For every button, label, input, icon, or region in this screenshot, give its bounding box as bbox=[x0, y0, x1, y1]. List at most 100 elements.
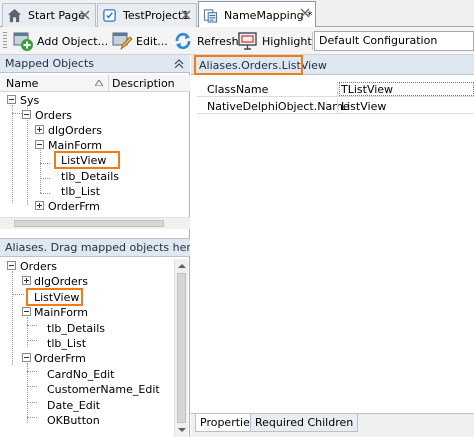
tree-node-orderfrm[interactable]: OrderFrm bbox=[48, 199, 100, 214]
tree-line bbox=[40, 178, 50, 179]
bottom-tab-strip: Properties Required Children bbox=[191, 413, 474, 437]
column-divider bbox=[337, 98, 338, 114]
home-icon bbox=[7, 8, 22, 23]
listview-highlight-box bbox=[54, 151, 120, 169]
tree-line bbox=[40, 148, 41, 193]
left-panel: Mapped Objects Name Description Sys Orde… bbox=[0, 55, 190, 437]
scroll-up-icon[interactable] bbox=[178, 264, 186, 268]
refresh-icon bbox=[175, 32, 191, 50]
edit-label: Edit... bbox=[136, 34, 168, 48]
scroll-thumb[interactable] bbox=[177, 273, 186, 423]
sort-ascending-icon bbox=[95, 80, 103, 86]
tree-expand-toggle[interactable] bbox=[35, 201, 44, 210]
tree-node-dlgorders[interactable]: dlgOrders bbox=[48, 123, 102, 138]
column-divider bbox=[337, 81, 338, 97]
mapped-objects-column-header: Name Description bbox=[0, 75, 190, 92]
tree-node-tlb-list[interactable]: tlb_List bbox=[61, 184, 100, 199]
tree-collapse-toggle[interactable] bbox=[7, 261, 16, 270]
tree-collapse-toggle[interactable] bbox=[22, 110, 31, 119]
tree-line bbox=[27, 363, 28, 423]
alias-node-mainform[interactable]: MainForm bbox=[34, 305, 88, 320]
tree-collapse-toggle[interactable] bbox=[22, 353, 31, 362]
description-column-header[interactable]: Description bbox=[112, 77, 175, 90]
alias-node-tlb-details[interactable]: tlb_Details bbox=[47, 321, 105, 336]
tree-line bbox=[27, 371, 37, 372]
toolbar-grip[interactable] bbox=[3, 32, 7, 50]
tree-line bbox=[40, 163, 50, 164]
tree-expand-toggle[interactable] bbox=[35, 125, 44, 134]
refresh-label: Refresh bbox=[197, 34, 239, 48]
edit-icon bbox=[112, 32, 133, 51]
tree-line bbox=[12, 271, 13, 365]
toolbar-separator bbox=[312, 32, 313, 50]
tree-line bbox=[27, 105, 28, 205]
name-mapping-icon bbox=[203, 8, 218, 23]
property-row[interactable]: ClassName TListView bbox=[197, 81, 474, 97]
tree-line bbox=[27, 402, 37, 403]
aliases-title: Aliases. Drag mapped objects here. bbox=[5, 241, 190, 254]
property-name: ClassName bbox=[207, 83, 269, 96]
aliases-tree[interactable]: Orders dlgOrders ListView MainForm tlb_D… bbox=[0, 259, 190, 437]
tab-start-page[interactable]: Start Page bbox=[2, 3, 96, 27]
alias-node-cardno-edit[interactable]: CardNo_Edit bbox=[47, 367, 115, 382]
tree-line bbox=[12, 113, 22, 114]
tree-line bbox=[40, 193, 50, 194]
tab-label: Start Page bbox=[28, 9, 85, 22]
collapse-icon[interactable] bbox=[174, 59, 184, 69]
alias-node-okbutton[interactable]: OKButton bbox=[47, 413, 100, 428]
tree-collapse-toggle[interactable] bbox=[35, 140, 44, 149]
configuration-select[interactable]: Default Configuration bbox=[314, 31, 474, 51]
tab-name-mapping[interactable]: NameMapping * bbox=[198, 1, 316, 28]
tree-node-sys[interactable]: Sys bbox=[20, 93, 39, 108]
listview-highlight-box bbox=[26, 288, 83, 306]
tree-line bbox=[27, 386, 37, 387]
scroll-down-icon[interactable] bbox=[178, 428, 186, 432]
refresh-button[interactable]: Refresh bbox=[172, 29, 239, 53]
document-tab-strip: Start Page TestProject1 NameMapping * bbox=[0, 0, 474, 28]
close-icon[interactable] bbox=[181, 10, 191, 20]
tree-collapse-toggle[interactable] bbox=[22, 307, 31, 316]
tree-node-tlb-details[interactable]: tlb_Details bbox=[61, 169, 119, 184]
toolbar: Add Object... Edit... Refresh Highlight … bbox=[0, 27, 474, 55]
close-icon[interactable] bbox=[80, 10, 90, 20]
property-value[interactable]: ListView bbox=[341, 100, 386, 113]
tree-line bbox=[27, 317, 28, 347]
tree-expand-toggle[interactable] bbox=[22, 276, 31, 285]
highlight-icon bbox=[238, 32, 257, 50]
highlight-label: Highlight bbox=[262, 34, 312, 48]
mapped-objects-title: Mapped Objects bbox=[5, 57, 94, 70]
tree-line bbox=[27, 325, 37, 326]
details-panel: Aliases.Orders.ListView ClassName TListV… bbox=[191, 55, 474, 437]
name-column-header[interactable]: Name bbox=[6, 77, 38, 90]
alias-path-header: Aliases.Orders.ListView bbox=[191, 55, 474, 75]
edit-button[interactable]: Edit... bbox=[111, 29, 169, 53]
alias-node-tlb-list[interactable]: tlb_List bbox=[47, 336, 86, 351]
tree-line bbox=[12, 105, 13, 203]
alias-node-date-edit[interactable]: Date_Edit bbox=[47, 398, 100, 413]
alias-node-orders[interactable]: Orders bbox=[20, 259, 57, 274]
close-icon[interactable] bbox=[300, 8, 310, 18]
alias-path-highlight-box bbox=[194, 55, 303, 75]
tree-collapse-toggle[interactable] bbox=[7, 95, 16, 104]
tab-required-children[interactable]: Required Children bbox=[250, 414, 359, 432]
horizontal-scrollbar[interactable] bbox=[0, 217, 190, 229]
tree-node-orders[interactable]: Orders bbox=[35, 108, 72, 123]
value-focus-frame bbox=[339, 82, 474, 96]
property-row[interactable]: NativeDelphiObject.Name ListView bbox=[197, 98, 474, 114]
tab-test-project[interactable]: TestProject1 bbox=[97, 3, 197, 27]
project-icon bbox=[103, 9, 116, 22]
alias-node-customername-edit[interactable]: CustomerName_Edit bbox=[47, 382, 160, 397]
alias-node-dlgorders[interactable]: dlgOrders bbox=[34, 274, 88, 289]
tree-line bbox=[12, 294, 24, 295]
add-object-button[interactable]: Add Object... bbox=[12, 29, 108, 53]
tree-line bbox=[27, 417, 37, 418]
add-object-label: Add Object... bbox=[37, 34, 109, 48]
column-divider[interactable] bbox=[108, 75, 109, 92]
mapped-objects-tree[interactable]: Sys Orders dlgOrders MainForm ListView t… bbox=[0, 93, 190, 261]
aliases-header: Aliases. Drag mapped objects here. bbox=[0, 238, 190, 257]
highlight-button[interactable]: Highlight bbox=[237, 29, 312, 53]
add-object-icon bbox=[13, 32, 33, 51]
alias-node-orderfrm[interactable]: OrderFrm bbox=[34, 351, 86, 366]
scroll-thumb[interactable] bbox=[14, 220, 164, 227]
vertical-scrollbar[interactable] bbox=[174, 259, 188, 437]
